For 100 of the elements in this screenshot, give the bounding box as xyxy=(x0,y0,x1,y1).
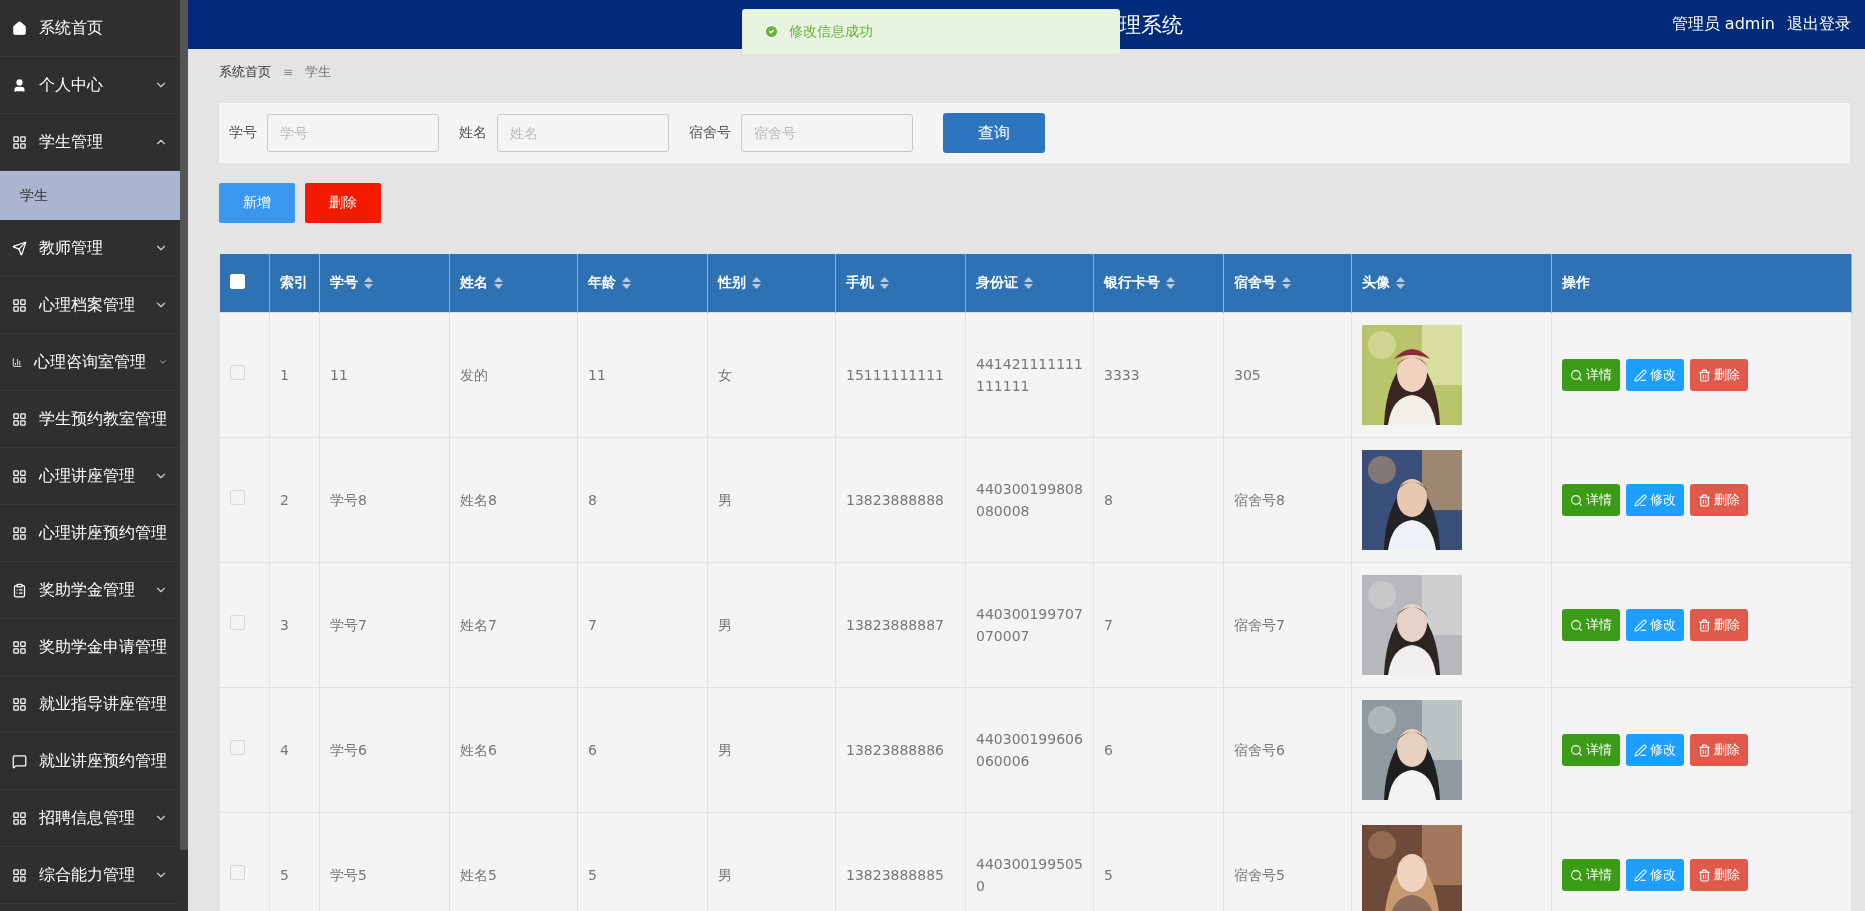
app-title: 理系统 xyxy=(1120,11,1183,39)
column-header[interactable]: 性别 xyxy=(707,254,836,313)
column-header[interactable]: 身份证 xyxy=(965,254,1094,313)
checkbox[interactable] xyxy=(230,365,245,380)
sort-icon xyxy=(1166,277,1175,289)
checkbox[interactable] xyxy=(230,740,245,755)
table-cell: 8 xyxy=(577,437,708,563)
sort-icon xyxy=(1396,277,1405,289)
search-icon xyxy=(1570,618,1583,632)
table-cell: 2 xyxy=(269,437,320,563)
table-cell: 13823888886 xyxy=(835,687,966,813)
table-cell: 441421111111111111 xyxy=(965,312,1094,438)
grid-icon xyxy=(12,867,27,883)
grid-icon xyxy=(12,639,27,655)
query-button[interactable]: 查询 xyxy=(943,113,1045,153)
sort-icon xyxy=(1024,277,1033,289)
table-cell: 5 xyxy=(269,812,320,911)
table-cell: 4403001995050 xyxy=(965,812,1094,911)
table-cell: 姓名8 xyxy=(449,437,578,563)
table-cell: 440300199707070007 xyxy=(965,562,1094,688)
delete-button[interactable]: 删除 xyxy=(1690,609,1748,641)
delete-button[interactable]: 删除 xyxy=(305,183,381,223)
detail-button[interactable]: 详情 xyxy=(1562,484,1620,516)
edit-button[interactable]: 修改 xyxy=(1626,359,1684,391)
field-label: 学号 xyxy=(229,124,257,142)
table-cell: 男 xyxy=(707,812,836,911)
edit-button[interactable]: 修改 xyxy=(1626,484,1684,516)
breadcrumb-item[interactable]: 系统首页 xyxy=(219,63,271,81)
search-icon xyxy=(1570,493,1583,507)
sort-icon xyxy=(1282,277,1291,289)
delete-button[interactable]: 删除 xyxy=(1690,859,1748,891)
checkbox[interactable] xyxy=(230,865,245,880)
column-header: 索引 xyxy=(269,254,320,313)
detail-button[interactable]: 详情 xyxy=(1562,859,1620,891)
user-label: 管理员 admin xyxy=(1671,14,1775,35)
detail-button[interactable]: 详情 xyxy=(1562,734,1620,766)
trash-icon xyxy=(1698,493,1711,507)
delete-button[interactable]: 删除 xyxy=(1690,359,1748,391)
delete-button[interactable]: 删除 xyxy=(1690,484,1748,516)
sidebar-subitem[interactable]: 学生 xyxy=(0,171,180,220)
grid-icon xyxy=(12,411,27,427)
search-field[interactable]: 学号 xyxy=(267,114,439,152)
search-icon xyxy=(1570,743,1583,757)
search-field[interactable]: 姓名 xyxy=(497,114,669,152)
table-cell: 女 xyxy=(707,312,836,438)
delete-button[interactable]: 删除 xyxy=(1690,734,1748,766)
table-cell: 宿舍号7 xyxy=(1223,562,1352,688)
table-cell: 6 xyxy=(1093,687,1224,813)
table-cell: 学号6 xyxy=(319,687,450,813)
sidebar-item[interactable]: 综合能力管理 xyxy=(0,847,180,904)
user-icon xyxy=(12,77,27,93)
grid-icon xyxy=(12,134,27,150)
column-header[interactable]: 银行卡号 xyxy=(1093,254,1224,313)
add-button[interactable]: 新增 xyxy=(219,183,295,223)
table-cell: 学号5 xyxy=(319,812,450,911)
table-cell: 姓名7 xyxy=(449,562,578,688)
column-header: 操作 xyxy=(1551,254,1852,313)
table-cell: 发的 xyxy=(449,312,578,438)
edit-button[interactable]: 修改 xyxy=(1626,609,1684,641)
edit-button[interactable]: 修改 xyxy=(1626,859,1684,891)
detail-button[interactable]: 详情 xyxy=(1562,609,1620,641)
table-cell: 8 xyxy=(1093,437,1224,563)
table-cell: 440300199808080008 xyxy=(965,437,1094,563)
grid-icon xyxy=(12,696,27,712)
column-header[interactable]: 宿舍号 xyxy=(1223,254,1352,313)
table-cell: 姓名5 xyxy=(449,812,578,911)
sort-icon xyxy=(880,277,889,289)
logout-link[interactable]: 退出登录 xyxy=(1787,14,1851,35)
table-cell: 7 xyxy=(1093,562,1224,688)
sort-icon xyxy=(364,277,373,289)
table-cell: 15111111111 xyxy=(835,312,966,438)
home-icon xyxy=(12,20,27,36)
detail-button[interactable]: 详情 xyxy=(1562,359,1620,391)
breadcrumb-item: 学生 xyxy=(305,63,332,81)
field-label: 姓名 xyxy=(459,124,487,142)
table-cell: 11 xyxy=(319,312,450,438)
table-cell: 305 xyxy=(1223,312,1352,438)
trash-icon xyxy=(1698,368,1711,382)
pencil-icon xyxy=(1634,868,1647,882)
column-header[interactable]: 学号 xyxy=(319,254,450,313)
checkbox[interactable] xyxy=(230,615,245,630)
clipboard-icon xyxy=(12,582,27,598)
paper-plane-icon xyxy=(12,240,27,256)
table-cell: 宿舍号5 xyxy=(1223,812,1352,911)
column-header[interactable]: 手机 xyxy=(835,254,966,313)
check-icon xyxy=(764,24,779,39)
table-cell: 宿舍号8 xyxy=(1223,437,1352,563)
column-header[interactable]: 年龄 xyxy=(577,254,708,313)
trash-icon xyxy=(1698,618,1711,632)
column-header[interactable]: 姓名 xyxy=(449,254,578,313)
table-cell: 5 xyxy=(577,812,708,911)
table-cell: 男 xyxy=(707,437,836,563)
table-cell: 3333 xyxy=(1093,312,1224,438)
column-header[interactable]: 头像 xyxy=(1351,254,1552,313)
field-label: 宿舍号 xyxy=(689,124,731,142)
edit-button[interactable]: 修改 xyxy=(1626,734,1684,766)
trash-icon xyxy=(1698,743,1711,757)
checkbox[interactable] xyxy=(230,490,245,505)
scrollbar[interactable] xyxy=(180,0,188,850)
table-cell: 7 xyxy=(577,562,708,688)
